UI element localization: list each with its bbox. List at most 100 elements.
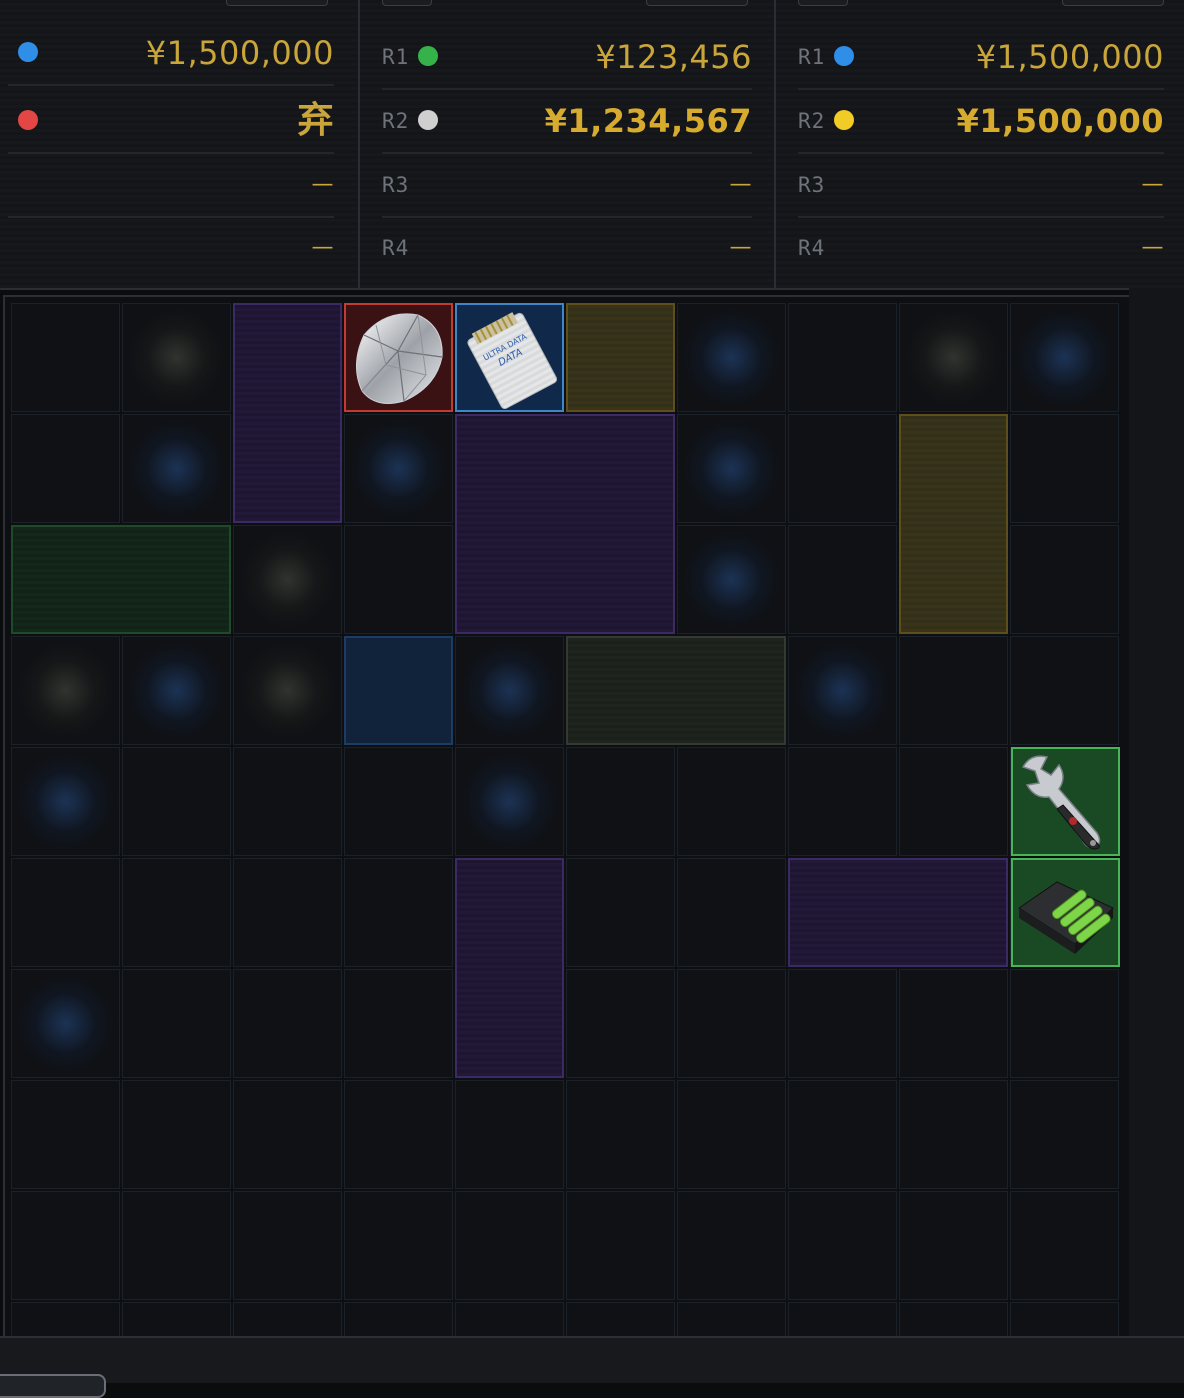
stash-cell[interactable]: [899, 1191, 1008, 1300]
stash-cell[interactable]: [566, 969, 675, 1078]
diamond-item[interactable]: [344, 303, 453, 412]
stash-cell[interactable]: [455, 1080, 564, 1189]
blue-slot[interactable]: [344, 636, 453, 745]
purple-slot[interactable]: [788, 858, 1008, 967]
stash-cell[interactable]: [899, 1080, 1008, 1189]
footer-button[interactable]: [0, 1374, 106, 1398]
stash-cell[interactable]: [677, 969, 786, 1078]
stash-cell[interactable]: [122, 303, 231, 412]
stash-cell[interactable]: [566, 1080, 675, 1189]
purple-slot[interactable]: [455, 858, 564, 1078]
stash-cell[interactable]: [788, 636, 897, 745]
stash-cell[interactable]: [788, 747, 897, 856]
stash-cell[interactable]: [122, 414, 231, 523]
stash-cell[interactable]: [122, 1080, 231, 1189]
stash-cell[interactable]: [788, 1191, 897, 1300]
stash-cell[interactable]: [455, 636, 564, 745]
stash-cell[interactable]: [455, 1302, 564, 1337]
stash-cell[interactable]: [677, 1191, 786, 1300]
stash-cell[interactable]: [122, 747, 231, 856]
purple-slot[interactable]: [233, 303, 342, 523]
stash-cell[interactable]: [788, 969, 897, 1078]
stash-cell[interactable]: [677, 747, 786, 856]
stash-cell[interactable]: [344, 525, 453, 634]
yellow-slot[interactable]: [566, 303, 675, 412]
stash-cell[interactable]: [122, 636, 231, 745]
stash-cell[interactable]: [122, 1302, 231, 1337]
stash-cell[interactable]: [788, 414, 897, 523]
stash-cell[interactable]: [344, 1191, 453, 1300]
stash-cell[interactable]: [344, 747, 453, 856]
stash-cell[interactable]: [11, 636, 120, 745]
stash-cell[interactable]: [899, 636, 1008, 745]
panel-tab[interactable]: [382, 0, 432, 6]
stash-cell[interactable]: [1010, 1080, 1119, 1189]
stash-cell[interactable]: [788, 1302, 897, 1337]
panel-tab[interactable]: [1062, 0, 1164, 6]
stash-cell[interactable]: [1010, 636, 1119, 745]
stash-cell[interactable]: [1010, 1302, 1119, 1337]
stash-cell[interactable]: [899, 747, 1008, 856]
stash-cell[interactable]: [11, 1302, 120, 1337]
stash-cell[interactable]: [1010, 969, 1119, 1078]
stash-cell[interactable]: [677, 858, 786, 967]
panel-tab[interactable]: [226, 0, 328, 6]
stash-cell[interactable]: [1010, 1191, 1119, 1300]
green-slot[interactable]: [11, 525, 231, 634]
stash-cell[interactable]: [122, 969, 231, 1078]
stash-cell[interactable]: [788, 525, 897, 634]
battery-charger-item[interactable]: [1011, 858, 1120, 967]
stash-cell[interactable]: [1010, 303, 1119, 412]
stash-cell[interactable]: [11, 969, 120, 1078]
stash-cell[interactable]: [11, 747, 120, 856]
stash-cell[interactable]: [344, 969, 453, 1078]
stash-cell[interactable]: [899, 969, 1008, 1078]
stash-cell[interactable]: [455, 747, 564, 856]
stash-cell[interactable]: [899, 303, 1008, 412]
stash-cell[interactable]: [677, 1302, 786, 1337]
stash-cell[interactable]: [233, 1080, 342, 1189]
bid-value: —: [729, 172, 752, 197]
stash-cell[interactable]: [11, 858, 120, 967]
olive-slot[interactable]: [566, 636, 786, 745]
stash-cell[interactable]: [566, 1302, 675, 1337]
stash-cell[interactable]: [11, 303, 120, 412]
stash-cell[interactable]: [233, 525, 342, 634]
stash-cell[interactable]: [344, 858, 453, 967]
stash-cell[interactable]: [122, 858, 231, 967]
stash-cell[interactable]: [344, 1302, 453, 1337]
stash-cell[interactable]: [11, 1080, 120, 1189]
stash-cell[interactable]: [233, 1191, 342, 1300]
stash-cell[interactable]: [1010, 525, 1119, 634]
stash-cell[interactable]: [566, 1191, 675, 1300]
stash-cell[interactable]: [455, 1191, 564, 1300]
stash-cell[interactable]: [677, 303, 786, 412]
panel-tab[interactable]: [646, 0, 748, 6]
stash-cell[interactable]: [788, 1080, 897, 1189]
bid-value: ¥1,234,567: [544, 102, 752, 140]
stash-cell[interactable]: [233, 858, 342, 967]
stash-cell[interactable]: [788, 303, 897, 412]
stash-cell[interactable]: [11, 414, 120, 523]
yellow-slot[interactable]: [899, 414, 1008, 634]
memory-card-item[interactable]: ULTRA DATA DATA: [455, 303, 564, 412]
stash-cell[interactable]: [233, 747, 342, 856]
bid-value: ¥1,500,000: [975, 38, 1164, 76]
stash-cell[interactable]: [233, 636, 342, 745]
stash-cell[interactable]: [677, 1080, 786, 1189]
stash-cell[interactable]: [566, 747, 675, 856]
stash-cell[interactable]: [677, 414, 786, 523]
panel-tab[interactable]: [798, 0, 848, 6]
wrench-item[interactable]: [1011, 747, 1120, 856]
stash-cell[interactable]: [1010, 414, 1119, 523]
stash-cell[interactable]: [677, 525, 786, 634]
stash-cell[interactable]: [11, 1191, 120, 1300]
purple-slot[interactable]: [455, 414, 675, 634]
stash-cell[interactable]: [899, 1302, 1008, 1337]
stash-cell[interactable]: [122, 1191, 231, 1300]
stash-cell[interactable]: [344, 414, 453, 523]
stash-cell[interactable]: [344, 1080, 453, 1189]
stash-cell[interactable]: [233, 1302, 342, 1337]
stash-cell[interactable]: [566, 858, 675, 967]
stash-cell[interactable]: [233, 969, 342, 1078]
